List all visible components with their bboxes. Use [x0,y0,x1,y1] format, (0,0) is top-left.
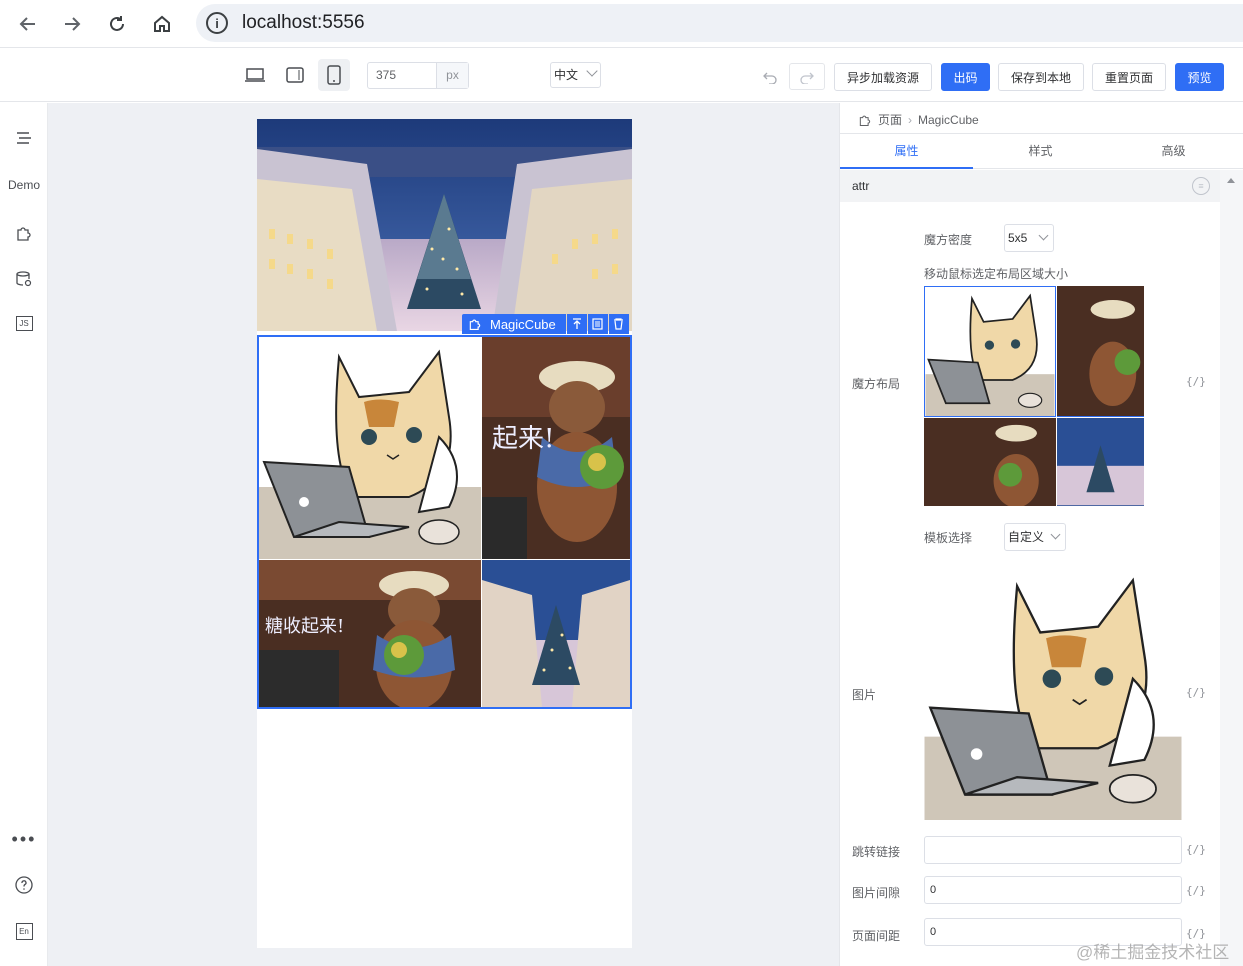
js-code-label: JS [15,315,33,331]
magic-cube-selection[interactable] [257,335,632,709]
reload-icon[interactable] [103,10,131,38]
canvas-area[interactable]: 起来! 糖收起来! MagicCube [48,103,839,966]
layout-cell-3[interactable] [924,418,1056,506]
gap-label: 图片间隙 [852,886,901,900]
density-select[interactable]: 5x5 [1004,224,1054,252]
chevron-down-icon [1050,529,1061,540]
js-code-icon[interactable]: JS [0,311,48,335]
layout-label: 魔方布局 [852,377,901,391]
cube-layout-grid[interactable] [924,286,1145,506]
link-expression-icon[interactable]: {/} [1186,843,1206,856]
save-local-button[interactable]: 保存到本地 [998,63,1084,91]
watermark: @稀土掘金技术社区 [1076,943,1230,962]
link-input[interactable] [924,836,1182,864]
properties-panel: 页面 › MagicCube 属性 样式 高级 attr ≡ 魔方密度 5x5 … [839,103,1243,966]
image-preview[interactable] [924,563,1182,820]
panel-tabs: 属性 样式 高级 [840,133,1243,169]
language-select[interactable]: 中文 [550,62,601,88]
help-icon[interactable] [0,873,48,897]
language-value: 中文 [554,68,579,82]
collapse-icon[interactable]: ≡ [1192,177,1210,195]
layout-cell-2[interactable] [1057,286,1144,417]
url-text[interactable]: localhost:5556 [242,12,365,34]
layout-cell-4[interactable] [1057,418,1144,506]
export-code-button[interactable]: 出码 [941,63,990,91]
site-info-icon[interactable]: i [206,12,228,34]
browser-toolbar: i localhost:5556 [0,0,1243,48]
copy-icon[interactable] [587,314,608,334]
async-load-button[interactable]: 异步加载资源 [834,63,932,91]
panel-scrollbar[interactable] [1220,170,1243,966]
canvas-width-value[interactable]: 375 [368,63,436,88]
attr-section-header[interactable]: attr ≡ [840,170,1220,202]
breadcrumb-separator-icon: › [908,112,913,127]
tablet-view-icon[interactable] [279,59,311,91]
component-name-label: MagicCube [490,316,556,332]
back-icon[interactable] [14,10,42,38]
redo-icon[interactable] [789,63,825,90]
layout-cell-1[interactable] [924,286,1056,417]
page-margin-label: 页面间距 [852,929,901,943]
attr-section-title: attr [852,179,870,193]
plugin-icon[interactable] [0,221,48,245]
breadcrumb: 页面 › MagicCube [858,111,979,128]
tab-style[interactable]: 样式 [974,134,1107,169]
tab-properties[interactable]: 属性 [840,134,973,169]
tab-advanced[interactable]: 高级 [1107,134,1240,169]
demo-label[interactable]: Demo [0,177,48,193]
undo-icon[interactable] [752,63,788,90]
home-icon[interactable] [148,10,176,38]
preview-button[interactable]: 预览 [1175,63,1224,91]
canvas-width-input[interactable]: 375 px [367,62,469,89]
layout-hint: 移动鼠标选定布局区域大小 [924,267,1069,281]
breadcrumb-current: MagicCube [918,112,979,127]
left-sidebar: Demo JS ••• En [0,103,48,966]
component-name-tag[interactable]: MagicCube [462,314,566,334]
gap-input[interactable]: 0 [924,876,1182,904]
chevron-down-icon [586,65,598,77]
component-tree-icon[interactable] [0,127,48,151]
page-icon [859,115,871,126]
select-parent-icon[interactable] [566,314,587,334]
template-select[interactable]: 自定义 [1004,523,1066,551]
image-label: 图片 [852,688,877,702]
address-bar[interactable]: i localhost:5556 [196,4,1243,42]
chevron-down-icon [1038,230,1049,241]
link-label: 跳转链接 [852,845,901,859]
more-icon[interactable]: ••• [0,829,48,849]
reset-page-button[interactable]: 重置页面 [1092,63,1166,91]
density-label: 魔方密度 [924,233,973,247]
scroll-up-icon[interactable] [1227,178,1235,183]
image-expression-icon[interactable]: {/} [1186,686,1206,699]
density-value: 5x5 [1008,231,1028,245]
language-switch-label: En [15,922,33,940]
template-value: 自定义 [1008,530,1045,544]
component-action-bar: MagicCube [462,314,629,334]
forward-icon[interactable] [58,10,86,38]
mobile-page[interactable]: 起来! 糖收起来! MagicCube [257,119,632,948]
layout-expression-icon[interactable]: {/} [1186,375,1206,388]
gap-expression-icon[interactable]: {/} [1186,884,1206,897]
canvas-width-unit: px [436,63,468,88]
breadcrumb-root[interactable]: 页面 [878,111,902,128]
desktop-view-icon[interactable] [239,59,271,91]
winter-street-image[interactable] [257,119,632,331]
mobile-view-icon[interactable] [318,59,350,91]
delete-icon[interactable] [608,314,629,334]
datasource-icon[interactable] [0,267,48,291]
language-switch-icon[interactable]: En [0,919,48,943]
template-label: 模板选择 [924,531,973,545]
